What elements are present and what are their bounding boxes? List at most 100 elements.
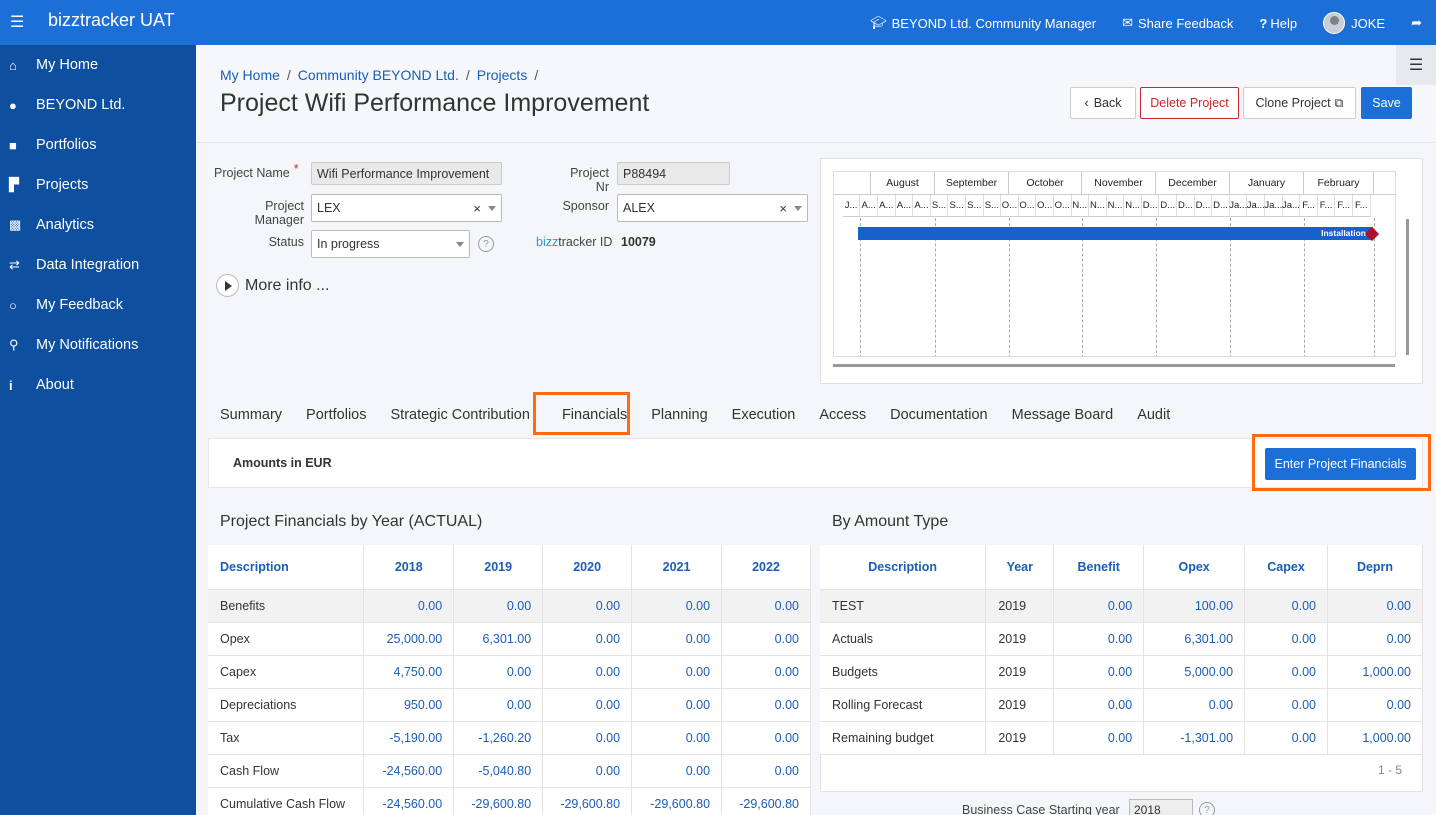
tab-access[interactable]: Access (819, 407, 866, 423)
status-select[interactable]: In progress (311, 230, 470, 258)
project-nr-field[interactable]: P88494 (617, 162, 730, 185)
column-header[interactable]: Year (985, 545, 1055, 590)
community-role-link[interactable]: 🎓︎ BEYOND Ltd. Community Manager (870, 15, 1096, 31)
column-header[interactable]: Description (820, 545, 987, 590)
table-cell[interactable]: 6,301.00 (1143, 622, 1246, 656)
sidebar-item-analytics[interactable]: ▩ Analytics (0, 205, 196, 245)
clear-icon[interactable]: × (779, 201, 787, 216)
table-cell[interactable]: 0.00 (1244, 589, 1328, 623)
table-cell[interactable]: 0.00 (721, 688, 811, 722)
table-cell[interactable]: 0.00 (631, 754, 723, 788)
table-cell[interactable]: 0.00 (721, 754, 811, 788)
more-info-toggle[interactable]: More info ... (216, 274, 329, 297)
table-cell[interactable]: 950.00 (363, 688, 455, 722)
column-header[interactable]: 2021 (631, 545, 723, 590)
user-menu[interactable]: JOKE (1323, 12, 1385, 34)
column-header[interactable]: Description (208, 545, 365, 590)
table-cell[interactable]: 0.00 (1244, 655, 1328, 689)
table-cell[interactable]: 0.00 (1053, 655, 1145, 689)
table-cell[interactable]: 2019 (985, 589, 1055, 623)
back-button[interactable]: ‹ Back (1070, 87, 1136, 119)
menu-icon[interactable]: ☰ (10, 12, 24, 32)
table-cell[interactable]: 0.00 (721, 622, 811, 656)
table-cell[interactable]: 0.00 (721, 589, 811, 623)
gantt-chart[interactable]: August September October November December Ja… (833, 171, 1396, 357)
sidebar-item-beyond[interactable]: ● BEYOND Ltd. (0, 85, 196, 125)
table-cell[interactable]: 0.00 (542, 688, 633, 722)
horizontal-scrollbar[interactable] (833, 364, 1395, 367)
business-case-year-stepper[interactable]: 2018 (1129, 799, 1193, 815)
table-cell[interactable]: 0.00 (721, 721, 811, 755)
table-cell[interactable]: 2019 (985, 688, 1055, 722)
table-cell[interactable]: -24,560.00 (363, 754, 455, 788)
table-cell[interactable]: 0.00 (453, 655, 544, 689)
help-icon[interactable]: ? (1199, 802, 1215, 815)
logout-icon[interactable]: ➦ (1411, 15, 1422, 31)
table-cell[interactable]: 0.00 (1327, 622, 1423, 656)
column-header[interactable]: 2022 (721, 545, 811, 590)
tab-summary[interactable]: Summary (220, 407, 282, 423)
table-cell[interactable]: 0.00 (542, 589, 633, 623)
sponsor-select[interactable]: ALEX × (617, 194, 808, 222)
clone-project-button[interactable]: Clone Project ⧉ (1243, 87, 1356, 119)
table-cell[interactable]: 0.00 (1053, 688, 1145, 722)
share-feedback-link[interactable]: ✉ Share Feedback (1122, 15, 1233, 31)
delete-project-button[interactable]: Delete Project (1140, 87, 1239, 119)
table-cell[interactable]: 0.00 (631, 589, 723, 623)
table-cell[interactable]: 0.00 (542, 721, 633, 755)
sidebar-item-my-notifications[interactable]: ⚲ My Notifications (0, 325, 196, 365)
tab-planning[interactable]: Planning (651, 407, 707, 423)
sidebar-item-data-integration[interactable]: ⇄ Data Integration (0, 245, 196, 285)
sidebar-item-my-home[interactable]: ⌂ My Home (0, 45, 196, 85)
table-cell[interactable]: -1,301.00 (1143, 721, 1246, 755)
tab-strategic-contribution[interactable]: Strategic Contribution (391, 407, 530, 423)
table-cell[interactable]: 0.00 (1244, 721, 1328, 755)
table-cell[interactable]: 0.00 (631, 622, 723, 656)
table-cell[interactable]: 0.00 (1053, 622, 1145, 656)
table-cell[interactable]: -29,600.80 (631, 787, 723, 815)
table-cell[interactable]: -24,560.00 (363, 787, 455, 815)
project-manager-select[interactable]: LEX × (311, 194, 502, 222)
table-cell[interactable]: 0.00 (1053, 589, 1145, 623)
sidebar-item-projects[interactable]: ▛ Projects (0, 165, 196, 205)
sidebar-item-portfolios[interactable]: ■ Portfolios (0, 125, 196, 165)
column-header[interactable]: 2018 (363, 545, 455, 590)
tab-documentation[interactable]: Documentation (890, 407, 988, 423)
vertical-scrollbar[interactable] (1406, 219, 1409, 355)
table-cell[interactable]: -5,040.80 (453, 754, 544, 788)
table-cell[interactable]: -5,190.00 (363, 721, 455, 755)
project-name-field[interactable]: Wifi Performance Improvement (311, 162, 502, 185)
table-cell[interactable]: 0.00 (1327, 688, 1423, 722)
table-cell[interactable]: 0.00 (1053, 721, 1145, 755)
tab-portfolios[interactable]: Portfolios (306, 407, 366, 423)
column-header[interactable]: Capex (1244, 545, 1328, 590)
app-title[interactable]: bizztracker UAT (48, 10, 175, 31)
table-cell[interactable]: 2019 (985, 622, 1055, 656)
table-cell[interactable]: 2019 (985, 655, 1055, 689)
enter-project-financials-button[interactable]: Enter Project Financials (1265, 448, 1416, 480)
table-cell[interactable]: 0.00 (631, 721, 723, 755)
breadcrumb-my-home[interactable]: My Home (220, 67, 280, 83)
table-cell[interactable]: 0.00 (542, 622, 633, 656)
table-cell[interactable]: 4,750.00 (363, 655, 455, 689)
table-cell[interactable]: 0.00 (1244, 622, 1328, 656)
table-cell[interactable]: 25,000.00 (363, 622, 455, 656)
table-cell[interactable]: 0.00 (453, 589, 544, 623)
gantt-task-bar[interactable]: Installation (858, 227, 1373, 240)
table-cell[interactable]: 1,000.00 (1327, 721, 1423, 755)
table-cell[interactable]: -29,600.80 (721, 787, 811, 815)
tab-message-board[interactable]: Message Board (1012, 407, 1114, 423)
breadcrumb-community[interactable]: Community BEYOND Ltd. (298, 67, 459, 83)
clear-icon[interactable]: × (473, 201, 481, 216)
table-cell[interactable]: 0.00 (631, 688, 723, 722)
save-button[interactable]: Save (1361, 87, 1412, 119)
column-header[interactable]: Benefit (1053, 545, 1145, 590)
table-cell[interactable]: 5,000.00 (1143, 655, 1246, 689)
breadcrumb-projects[interactable]: Projects (477, 67, 528, 83)
table-cell[interactable]: -29,600.80 (453, 787, 544, 815)
table-cell[interactable]: 0.00 (363, 589, 455, 623)
tab-execution[interactable]: Execution (732, 407, 796, 423)
table-cell[interactable]: 6,301.00 (453, 622, 544, 656)
table-cell[interactable]: -1,260.20 (453, 721, 544, 755)
tab-audit[interactable]: Audit (1137, 407, 1170, 423)
